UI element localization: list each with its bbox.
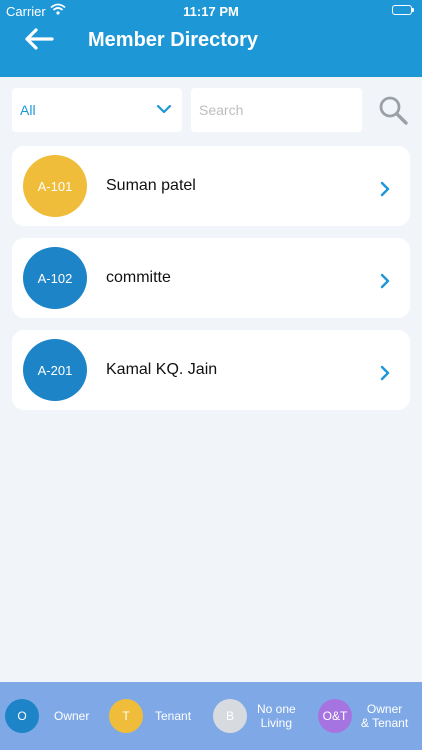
filter-dropdown[interactable]: All <box>12 88 182 132</box>
legend-item-no-one-living: B No one Living <box>213 699 296 733</box>
search-input[interactable] <box>191 88 362 132</box>
legend-dot: T <box>109 699 143 733</box>
back-button[interactable] <box>22 26 56 52</box>
chevron-right-icon <box>380 181 390 202</box>
battery-icon <box>392 5 414 15</box>
unit-badge: A-201 <box>23 339 87 401</box>
legend-label: No one Living <box>257 702 296 730</box>
legend-label: Owner & Tenant <box>361 702 409 730</box>
member-row[interactable]: A-101 Suman patel <box>12 146 410 226</box>
chevron-down-icon <box>156 102 172 120</box>
filter-selected-value: All <box>20 102 36 118</box>
app-header: Carrier 11:17 PM Member Directory <box>0 0 422 77</box>
legend-label: Owner <box>54 709 90 723</box>
legend-item-owner-tenant: O&T Owner & Tenant <box>318 699 408 733</box>
legend-dot: B <box>213 699 247 733</box>
member-name: Kamal KQ. Jain <box>106 361 218 378</box>
page-title: Member Directory <box>88 29 259 51</box>
arrow-left-icon <box>25 28 54 50</box>
member-name: committe <box>106 269 171 286</box>
unit-badge: A-102 <box>23 247 87 309</box>
member-name: Suman patel <box>106 177 196 194</box>
chevron-right-icon <box>380 365 390 386</box>
legend-bar: O Owner T Tenant B No one Living O&T Own… <box>0 682 422 750</box>
chevron-right-icon <box>380 273 390 294</box>
search-icon <box>379 96 408 125</box>
member-row[interactable]: A-201 Kamal KQ. Jain <box>12 330 410 410</box>
legend-label: Tenant <box>155 709 192 723</box>
legend-dot: O <box>5 699 39 733</box>
status-time: 11:17 PM <box>183 4 239 19</box>
legend-item-tenant: T Tenant <box>109 699 191 733</box>
status-bar: Carrier 11:17 PM <box>0 0 422 22</box>
member-row[interactable]: A-102 committe <box>12 238 410 318</box>
member-list: A-101 Suman patel A-102 committe A-201 K… <box>12 146 410 422</box>
unit-badge: A-101 <box>23 155 87 217</box>
legend-item-owner: O Owner <box>5 699 89 733</box>
legend-dot: O&T <box>318 699 352 733</box>
search-button[interactable] <box>377 94 409 126</box>
